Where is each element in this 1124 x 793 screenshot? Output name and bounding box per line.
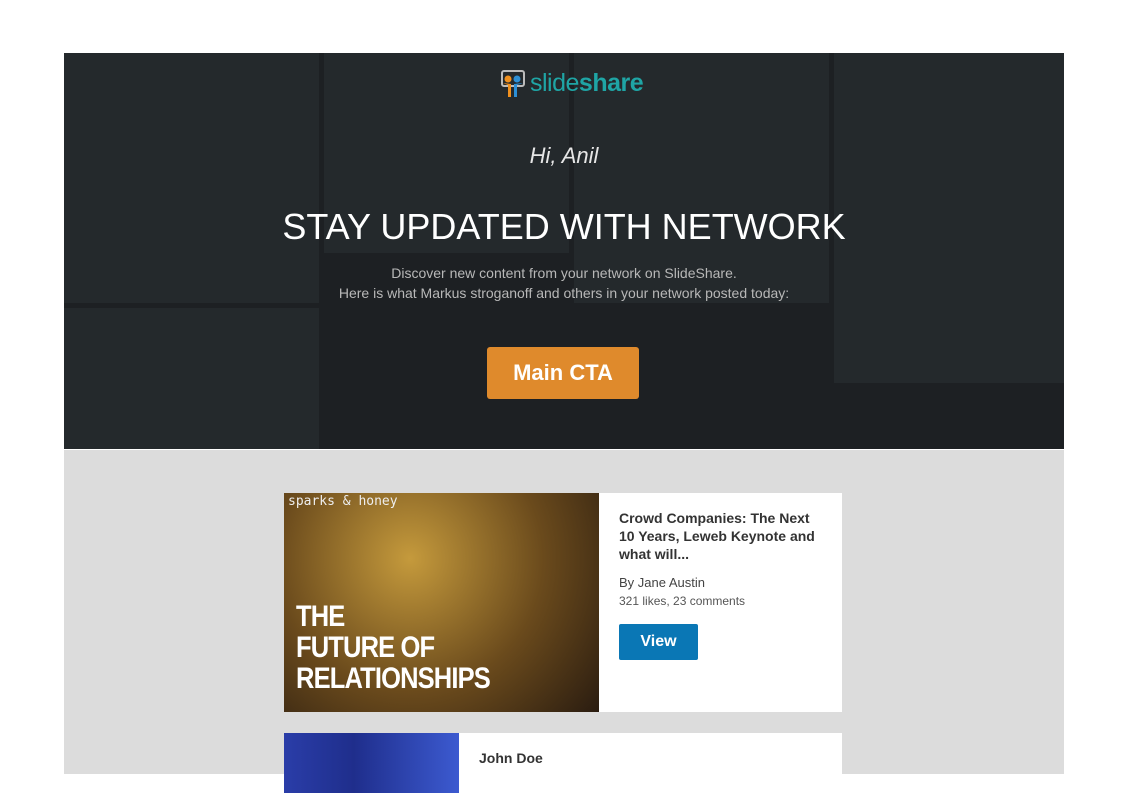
slide-title[interactable]: Crowd Companies: The Next 10 Years, Lewe… (619, 509, 822, 563)
slide-stats: 321 likes, 23 comments (619, 594, 746, 608)
thumb-brand: sparks & honey (288, 494, 398, 509)
slide-card: John Doe (284, 733, 842, 793)
greeting: Hi, Anil (529, 143, 599, 168)
slideshare-logo[interactable]: slideshare (500, 69, 644, 98)
slide-card: sparks & honey THE FUTURE OF RELATIONSHIPS… (284, 493, 842, 712)
content-area: sparks & honey THE FUTURE OF RELATIONSHIPS… (64, 450, 1064, 793)
author-photo[interactable] (284, 733, 459, 793)
slideshare-logo-icon (501, 69, 525, 97)
view-button[interactable]: View (619, 624, 698, 660)
subtitle-line: Discover new content from your network o… (391, 265, 737, 281)
slide-thumbnail[interactable]: sparks & honey THE FUTURE OF RELATIONSHIPS (284, 493, 599, 712)
slide-author: John Doe (479, 750, 543, 766)
page-title: STAY UPDATED WITH NETWORK (282, 206, 846, 247)
logo-wordmark: slideshare (530, 69, 644, 97)
thumb-title: THE FUTURE OF RELATIONSHIPS (296, 600, 491, 695)
main-cta-button[interactable]: Main CTA (487, 347, 639, 399)
slide-author: By Jane Austin (619, 575, 705, 590)
subtitle: Discover new content from your network o… (64, 263, 1064, 303)
hero-banner: slideshare Hi, Anil STAY UPDATED WITH NE… (64, 53, 1064, 449)
subtitle-line: Here is what Markus stroganoff and other… (338, 285, 790, 301)
bg-slide (64, 308, 319, 449)
